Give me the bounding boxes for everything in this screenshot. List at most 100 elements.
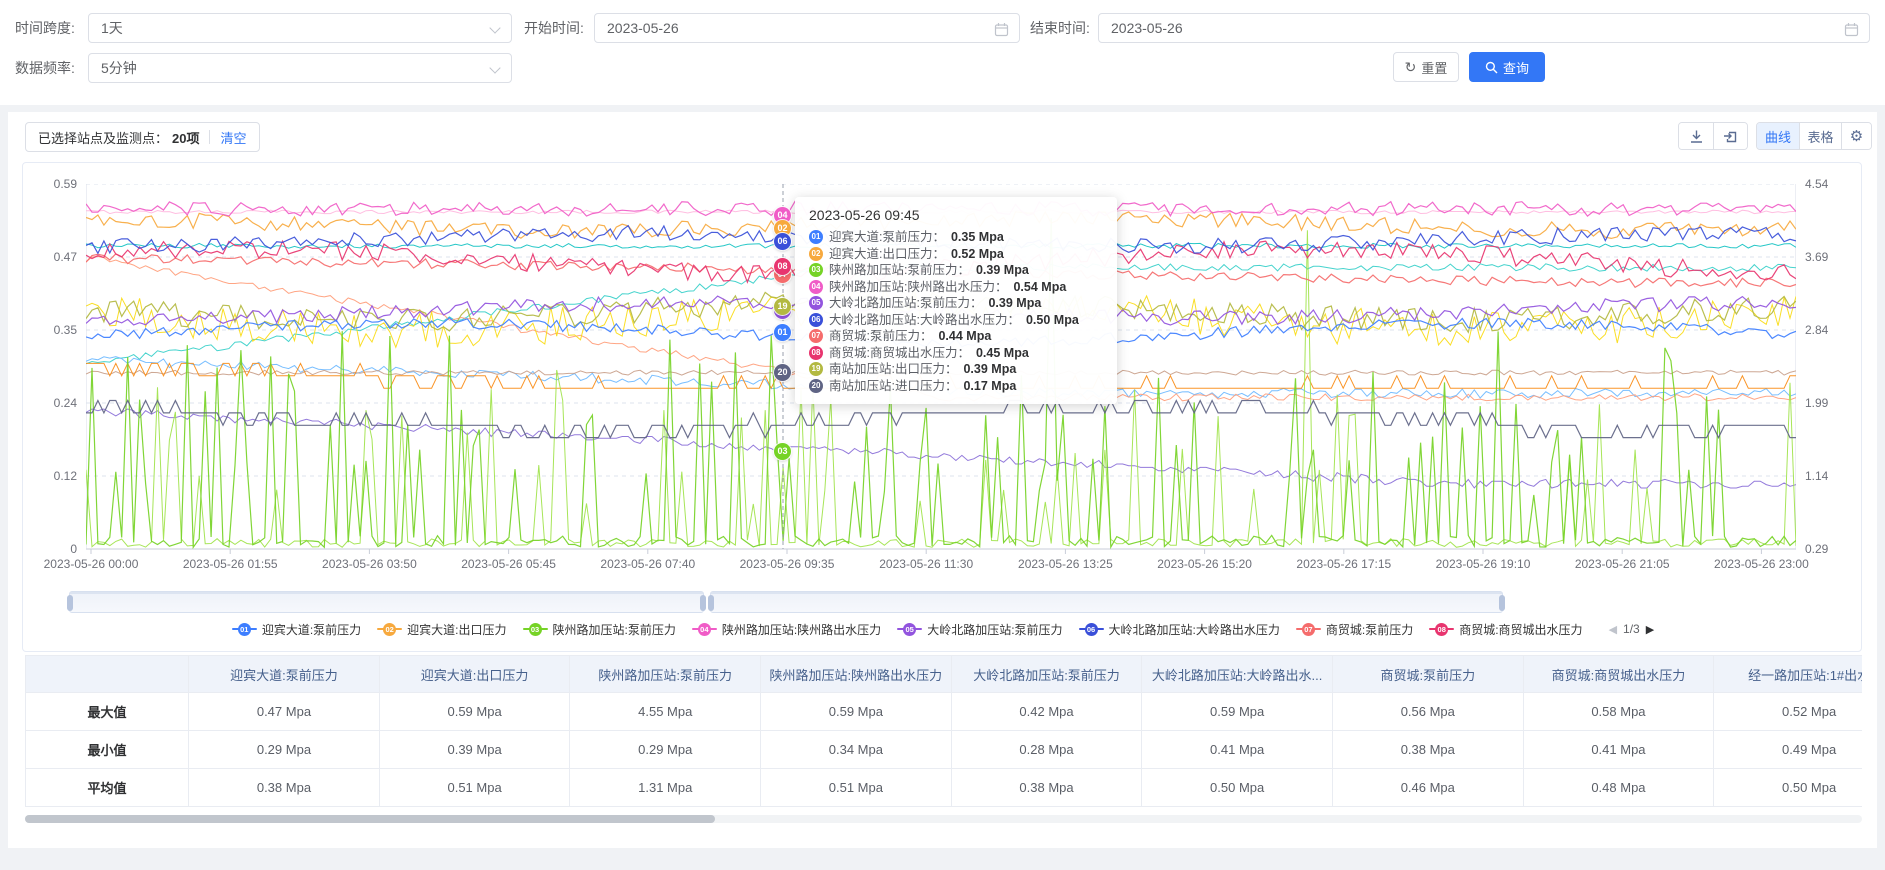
table-cell: 4.55 Mpa — [570, 693, 761, 731]
legend-item-02[interactable]: 02迎宾大道:出口压力 — [377, 621, 506, 638]
table-cell: 0.58 Mpa — [1523, 693, 1714, 731]
selection-chip: 已选择站点及监测点： 20项 清空 — [25, 122, 260, 152]
slider-handle[interactable] — [708, 595, 714, 611]
legend-marker-icon: 06 — [1079, 622, 1104, 636]
x-axis-tick: 2023-05-26 23:00 — [1714, 557, 1809, 571]
table-cell: 0.47 Mpa — [189, 693, 380, 731]
series-badge-icon: 01 — [809, 230, 823, 244]
x-axis-tick: 2023-05-26 09:35 — [740, 557, 835, 571]
view-curve-button[interactable]: 曲线 — [1757, 123, 1799, 149]
table-row-label: 最小值 — [26, 731, 189, 769]
y-axis-right-tick: 1.99 — [1805, 396, 1851, 410]
gear-icon: ⚙ — [1850, 127, 1863, 145]
table-cell: 0.49 Mpa — [1714, 731, 1862, 769]
legend-item-06[interactable]: 06大岭北路加压站:大岭路出水压力 — [1079, 621, 1280, 638]
table-cell: 0.46 Mpa — [1332, 769, 1523, 807]
series-badge-icon: 07 — [809, 329, 823, 343]
tooltip-series-value: 0.44 Mpa — [938, 328, 991, 345]
frequency-select[interactable]: 5分钟 — [88, 53, 512, 83]
table-cell: 0.50 Mpa — [1714, 769, 1862, 807]
x-axis-tick: 2023-05-26 03:50 — [322, 557, 417, 571]
legend-item-label: 商贸城:商贸城出水压力 — [1459, 621, 1582, 638]
slider-handle[interactable] — [1499, 595, 1505, 611]
y-axis-right-tick: 0.29 — [1805, 542, 1851, 556]
tooltip-row: 04陕州路加压站:陕州路出水压力：0.54 Mpa — [809, 279, 1103, 296]
x-axis-tick: 2023-05-26 01:55 — [183, 557, 278, 571]
table-column-header: 商贸城:商贸城出水压力 — [1523, 656, 1714, 693]
table-row: 最小值0.29 Mpa0.39 Mpa0.29 Mpa0.34 Mpa0.28 … — [26, 731, 1863, 769]
datazoom-slider-right[interactable] — [710, 591, 1503, 613]
table-column-header: 迎宾大道:泵前压力 — [189, 656, 380, 693]
tooltip-row: 01迎宾大道:泵前压力：0.35 Mpa — [809, 229, 1103, 246]
x-axis-tick: 2023-05-26 11:30 — [879, 557, 973, 571]
selection-count: 20项 — [172, 128, 199, 147]
table-cell: 0.52 Mpa — [1714, 693, 1862, 731]
legend-item-08[interactable]: 08 商贸城:商贸城出水压力 — [1429, 621, 1582, 638]
legend: 01迎宾大道:泵前压力 02迎宾大道:出口压力 03陕州路加压站:泵前压力 04陕州路… — [23, 616, 1863, 642]
legend-item-07[interactable]: 07商贸城:泵前压力 — [1296, 621, 1413, 638]
tooltip-series-value: 0.39 Mpa — [988, 295, 1041, 312]
tooltip-series-value: 0.17 Mpa — [963, 378, 1016, 395]
x-axis-tick: 2023-05-26 21:05 — [1575, 557, 1670, 571]
legend-item-01[interactable]: 01迎宾大道:泵前压力 — [232, 621, 361, 638]
x-axis-tick: 2023-05-26 19:10 — [1436, 557, 1531, 571]
download-button[interactable] — [1679, 123, 1713, 149]
series-badge-icon: 06 — [809, 313, 823, 327]
tooltip-series-name: 南站加压站:出口压力： — [829, 361, 957, 378]
export-button[interactable] — [1713, 123, 1747, 149]
search-icon — [1485, 61, 1498, 74]
y-axis-left-tick: 0.12 — [31, 469, 77, 483]
table-cell: 0.59 Mpa — [761, 693, 952, 731]
table-cell: 0.51 Mpa — [761, 769, 952, 807]
tooltip-title: 2023-05-26 09:45 — [809, 207, 1103, 223]
legend-item-03[interactable]: 03陕州路加压站:泵前压力 — [523, 621, 676, 638]
settings-button[interactable]: ⚙ — [1841, 123, 1871, 149]
start-time-input[interactable]: 2023-05-26 — [594, 13, 1020, 43]
crosshair-badge-08: 08 — [774, 258, 791, 275]
query-button[interactable]: 查询 — [1469, 52, 1545, 82]
table-column-header: 大岭北路加压站:大岭路出水... — [1142, 656, 1333, 693]
legend-next-page-icon[interactable]: ▶ — [1646, 623, 1654, 636]
legend-item-05[interactable]: 05大岭北路加压站:泵前压力 — [897, 621, 1062, 638]
legend-marker-icon: 07 — [1296, 622, 1321, 636]
legend-item-04[interactable]: 04陕州路加压站:陕州路出水压力 — [692, 621, 881, 638]
crosshair-badge-19: 19 — [774, 298, 791, 315]
chevron-down-icon — [489, 22, 500, 33]
slider-handle[interactable] — [67, 595, 73, 611]
legend-marker-icon: 05 — [897, 622, 922, 636]
y-axis-right-tick: 2.84 — [1805, 323, 1851, 337]
table-cell: 0.50 Mpa — [1142, 769, 1333, 807]
tooltip-row: 19南站加压站:出口压力：0.39 Mpa — [809, 361, 1103, 378]
legend-item-label: 陕州路加压站:泵前压力 — [553, 621, 676, 638]
datazoom-slider-left[interactable] — [69, 591, 704, 613]
selection-label: 已选择站点及监测点： — [38, 128, 168, 147]
view-switch-group: 曲线 表格 ⚙ — [1756, 122, 1872, 150]
x-axis-tick: 2023-05-26 17:15 — [1296, 557, 1391, 571]
table-cell: 0.48 Mpa — [1523, 769, 1714, 807]
y-axis-left-tick: 0.47 — [31, 250, 77, 264]
y-axis-left-tick: 0.24 — [31, 396, 77, 410]
legend-item-label: 陕州路加压站:陕州路出水压力 — [722, 621, 881, 638]
end-time-input[interactable]: 2023-05-26 — [1098, 13, 1870, 43]
slider-handle[interactable] — [700, 595, 706, 611]
legend-marker-icon: 08 — [1429, 622, 1454, 636]
table-row: 平均值0.38 Mpa0.51 Mpa1.31 Mpa0.51 Mpa0.38 … — [26, 769, 1863, 807]
time-span-select[interactable]: 1天 — [88, 13, 512, 43]
table-column-header: 经一路加压站:1#出水 — [1714, 656, 1862, 693]
frequency-label: 数据频率: — [15, 53, 75, 83]
legend-marker-icon: 01 — [232, 622, 257, 636]
scrollbar-thumb[interactable] — [25, 815, 715, 823]
legend-prev-page-icon[interactable]: ◀ — [1609, 623, 1617, 636]
chart-card: 0.590.470.350.240.120 4.543.692.841.991.… — [22, 162, 1862, 652]
clear-selection-link[interactable]: 清空 — [220, 128, 246, 147]
tooltip-series-value: 0.54 Mpa — [1013, 279, 1066, 296]
reset-button[interactable]: ↻ 重置 — [1393, 52, 1459, 82]
table-row-label: 平均值 — [26, 769, 189, 807]
view-table-button[interactable]: 表格 — [1799, 123, 1841, 149]
export-tool-group — [1678, 122, 1748, 150]
horizontal-scrollbar[interactable] — [25, 815, 1862, 823]
table-column-header: 大岭北路加压站:泵前压力 — [951, 656, 1142, 693]
table-cell: 0.29 Mpa — [570, 731, 761, 769]
tooltip-row: 02迎宾大道:出口压力：0.52 Mpa — [809, 246, 1103, 263]
tooltip-series-name: 南站加压站:进口压力： — [829, 378, 957, 395]
